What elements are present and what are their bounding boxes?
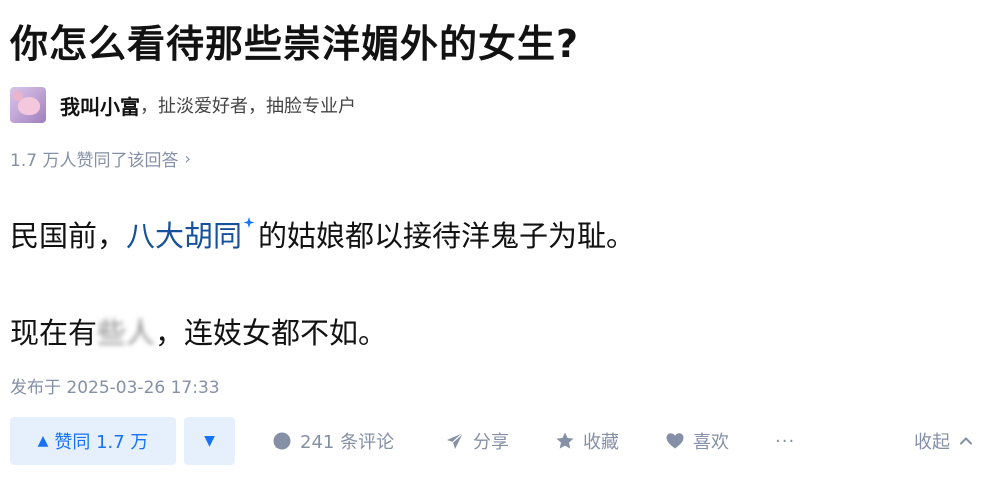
share-label: 分享 <box>473 432 509 453</box>
paragraph-text: ，连妓女都不如。 <box>155 316 388 350</box>
triangle-down-icon: ▼ <box>204 433 215 449</box>
chevron-right-icon: › <box>184 149 191 168</box>
heart-icon <box>665 431 685 451</box>
upvote-summary-text: 1.7 万人赞同了该回答 <box>10 151 179 171</box>
paragraph-text: 现在有 <box>10 316 98 350</box>
blurred-text: 些人 <box>97 316 156 350</box>
like-label: 喜欢 <box>693 432 729 453</box>
share-button[interactable]: 分享 <box>445 417 509 465</box>
more-button[interactable]: ··· <box>775 417 795 465</box>
publish-time[interactable]: 发布于 2025-03-26 17:33 <box>10 373 220 398</box>
action-bar: ▲ 赞同 1.7 万 ▼ 241 条评论 分享 收藏 喜欢 ··· 收起 <box>10 417 994 465</box>
author-bio: ，扯淡爱好者，抽脸专业户 <box>140 96 356 117</box>
comment-label: 241 条评论 <box>300 432 395 453</box>
author-name[interactable]: 我叫小富 <box>60 91 140 120</box>
comment-bubble-icon <box>272 431 292 451</box>
answer-paragraph-2: 现在有些人，连妓女都不如。 <box>10 313 387 353</box>
answer-card: 你怎么看待那些崇洋媚外的女生? 我叫小富 ，扯淡爱好者，抽脸专业户 1.7 万人… <box>0 0 1004 492</box>
collect-button[interactable]: 收藏 <box>555 417 619 465</box>
triangle-up-icon: ▲ <box>37 433 49 449</box>
upvote-label: 赞同 1.7 万 <box>54 432 149 453</box>
more-dots-icon: ··· <box>775 430 796 452</box>
topic-link[interactable]: 八大胡同 <box>126 219 242 253</box>
comment-button[interactable]: 241 条评论 <box>272 417 394 465</box>
answer-paragraph-1: 民国前，八大胡同 的姑娘都以接待洋鬼子为耻。 <box>10 216 635 256</box>
paper-plane-icon <box>445 431 465 451</box>
author-info: 我叫小富 ，扯淡爱好者，抽脸专业户 <box>10 86 356 124</box>
chevron-up-icon <box>958 433 974 449</box>
upvote-summary-link[interactable]: 1.7 万人赞同了该回答 › <box>10 146 191 171</box>
collapse-button[interactable]: 收起 <box>914 417 974 465</box>
downvote-button[interactable]: ▼ <box>184 417 235 465</box>
sparkle-icon <box>242 216 256 238</box>
paragraph-text: 民国前， <box>10 219 127 253</box>
like-button[interactable]: 喜欢 <box>665 417 729 465</box>
upvote-button[interactable]: ▲ 赞同 1.7 万 <box>10 417 176 465</box>
star-icon <box>555 431 575 451</box>
paragraph-text: 的姑娘都以接待洋鬼子为耻。 <box>258 219 636 253</box>
collapse-label: 收起 <box>914 432 950 453</box>
collect-label: 收藏 <box>583 432 619 453</box>
avatar[interactable] <box>10 87 46 123</box>
question-title[interactable]: 你怎么看待那些崇洋媚外的女生? <box>10 18 579 70</box>
